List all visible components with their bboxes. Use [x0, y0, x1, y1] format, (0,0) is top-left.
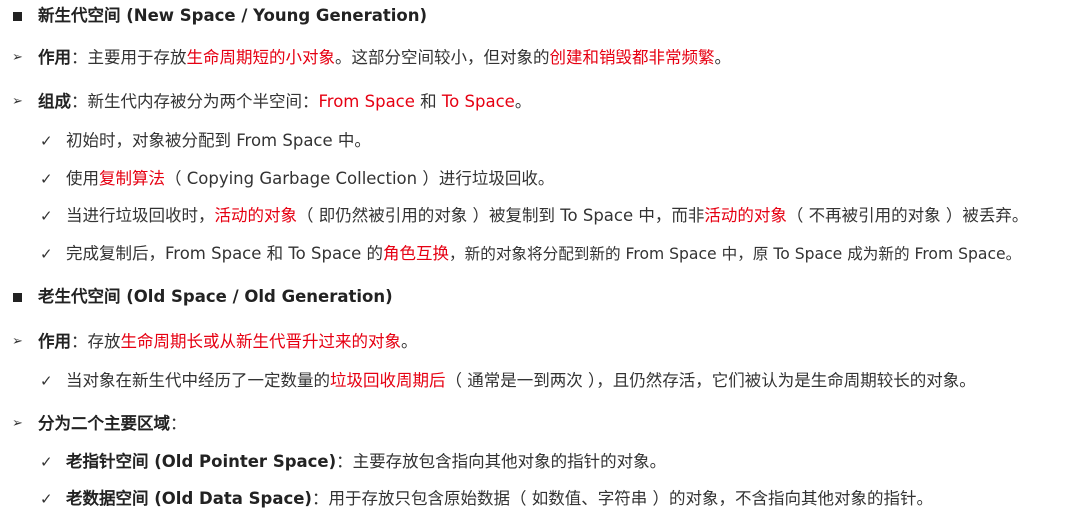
sub-item-initial: ✓ 初始时，对象被分配到 From Space 中。: [40, 129, 371, 153]
check-bullet-icon: ✓: [40, 372, 53, 390]
item-label: 老数据空间 (Old Data Space): [66, 489, 312, 508]
item-text: 完成复制后，From Space 和 To Space 的: [66, 244, 384, 263]
item-text: ：用于存放只包含原始数据（ 如数值、字符串 ）的对象，不含指向其他对象的指针。: [311, 489, 933, 508]
item-text: （ Copying Garbage Collection ）进行垃圾回收。: [165, 169, 555, 188]
highlight-text: 角色互换: [383, 244, 450, 263]
highlight-text: 创建和销毁都非常频繁: [549, 48, 715, 67]
sub-item-old-data: ✓ 老数据空间 (Old Data Space) ：用于存放只包含原始数据（ 如…: [40, 487, 933, 511]
highlight-text: 活动的对象: [704, 206, 787, 225]
section-heading-new-space: 新生代空间 (New Space / Young Generation): [12, 4, 427, 28]
sub-item-gc: ✓ 当进行垃圾回收时， 活动的对象 （ 即仍然被引用的对象 ）被复制到 To S…: [40, 204, 1028, 228]
sub-item-old-pointer: ✓ 老指针空间 (Old Pointer Space) ：主要存放包含指向其他对…: [40, 450, 666, 474]
item-text: 。: [514, 92, 532, 111]
item-text: ：主要用于存放: [71, 48, 187, 67]
list-item-function: ➢ 作用 ：存放 生命周期长或从新生代晋升过来的对象 。: [12, 330, 418, 354]
list-item-regions: ➢ 分为二个主要区域 ：: [12, 412, 187, 436]
highlight-text: 复制算法: [99, 169, 165, 188]
sub-item-copying: ✓ 使用 复制算法 （ Copying Garbage Collection ）…: [40, 167, 554, 191]
item-text: ：: [170, 414, 187, 433]
arrow-bullet-icon: ➢: [12, 416, 23, 431]
square-bullet-icon: [12, 4, 38, 28]
item-label: 作用: [38, 48, 71, 67]
item-text: ：主要存放包含指向其他对象的指针的对象。: [336, 452, 667, 471]
highlight-text: From Space: [318, 92, 415, 111]
item-text: ：新生代内存被分为两个半空间：: [71, 92, 319, 111]
sub-item-promotion: ✓ 当对象在新生代中经历了一定数量的 垃圾回收周期后 （ 通常是一到两次 ），且…: [40, 369, 976, 393]
item-text: 和: [414, 92, 442, 111]
check-bullet-icon: ✓: [40, 490, 53, 508]
check-bullet-icon: ✓: [40, 207, 53, 225]
arrow-bullet-icon: ➢: [12, 50, 23, 65]
item-text: 使用: [66, 169, 99, 188]
item-text: 。: [401, 332, 418, 351]
check-bullet-icon: ✓: [40, 132, 53, 150]
item-text: 。: [714, 48, 732, 67]
item-text: 。这部分空间较小，但对象的: [335, 48, 550, 67]
heading-text: 老生代空间 (Old Space / Old Generation): [38, 287, 393, 306]
item-text: （ 不再被引用的对象 ）被丢弃。: [786, 206, 1029, 225]
list-item-function: ➢ 作用 ：主要用于存放 生命周期短的小对象 。这部分空间较小，但对象的 创建和…: [12, 46, 731, 70]
check-bullet-icon: ✓: [40, 245, 53, 263]
item-label: 分为二个主要区域: [38, 414, 170, 433]
item-text: （ 通常是一到两次 ），且仍然存活，它们被认为是生命周期较长的对象。: [445, 371, 976, 390]
item-text: 当进行垃圾回收时，: [66, 206, 215, 225]
item-label: 组成: [38, 92, 71, 111]
highlight-text: 生命周期短的小对象: [186, 48, 336, 67]
square-bullet-icon: [12, 285, 38, 309]
item-text: 当对象在新生代中经历了一定数量的: [66, 371, 330, 390]
item-label: 老指针空间 (Old Pointer Space): [66, 452, 337, 471]
highlight-text: 垃圾回收周期后: [330, 371, 446, 390]
arrow-bullet-icon: ➢: [12, 334, 23, 349]
item-text: ：存放: [71, 332, 121, 351]
item-text: 初始时，对象被分配到 From Space 中。: [66, 131, 371, 150]
highlight-text: 生命周期长或从新生代晋升过来的对象: [120, 332, 402, 351]
check-bullet-icon: ✓: [40, 170, 53, 188]
check-bullet-icon: ✓: [40, 453, 53, 471]
item-label: 作用: [38, 332, 71, 351]
highlight-text: To Space: [441, 92, 515, 111]
heading-text: 新生代空间 (New Space / Young Generation): [38, 6, 428, 25]
arrow-bullet-icon: ➢: [12, 94, 23, 109]
highlight-text: 活动的对象: [214, 206, 298, 225]
item-text: （ 即仍然被引用的对象 ）被复制到 To Space 中，而非: [297, 206, 705, 225]
section-heading-old-space: 老生代空间 (Old Space / Old Generation): [12, 285, 393, 309]
item-text: ，新的对象将分配到新的 From Space 中，原 To Space 成为新的…: [449, 245, 1022, 263]
sub-item-swap: ✓ 完成复制后，From Space 和 To Space 的 角色互换 ，新的…: [40, 242, 1021, 266]
list-item-composition: ➢ 组成 ：新生代内存被分为两个半空间： From Space 和 To Spa…: [12, 90, 531, 114]
